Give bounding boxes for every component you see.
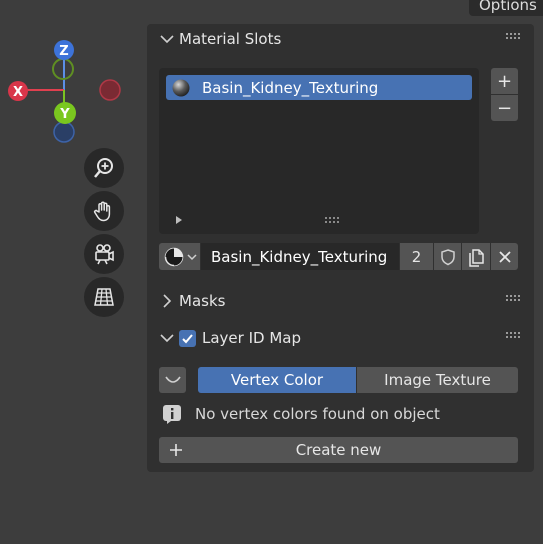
material-name-text: Basin_Kidney_Texturing [211, 247, 388, 266]
zoom-icon [94, 158, 113, 178]
create-new-button[interactable]: Create new [159, 437, 518, 463]
drag-handle-icon[interactable] [506, 332, 520, 340]
x-axis-label: X [13, 85, 23, 100]
info-icon [163, 405, 181, 424]
material-name-field[interactable]: Basin_Kidney_Texturing [201, 243, 399, 270]
hand-pan-icon [93, 201, 111, 222]
material-slots-header[interactable]: Material Slots [159, 30, 281, 48]
y-axis-label: Y [59, 107, 70, 122]
unlink-material-button[interactable] [491, 243, 518, 270]
close-icon [498, 250, 511, 263]
checkmark-icon [182, 333, 193, 343]
layer-id-map-title: Layer ID Map [202, 329, 301, 347]
grid-perspective-icon [94, 288, 114, 306]
chevron-down-icon [187, 253, 197, 260]
camera-view-button[interactable] [84, 234, 124, 274]
info-text: No vertex colors found on object [195, 405, 440, 423]
z-axis-label: Z [59, 44, 68, 59]
fake-user-button[interactable] [434, 243, 461, 270]
chevron-right-icon [163, 294, 172, 308]
material-slots-title: Material Slots [179, 30, 282, 48]
masks-header[interactable]: Masks [159, 292, 225, 310]
pan-button[interactable] [84, 191, 124, 231]
masks-title: Masks [179, 292, 226, 310]
add-slot-button[interactable]: + [491, 68, 518, 94]
vertex-color-option[interactable]: Vertex Color [198, 367, 356, 393]
material-sphere-icon [172, 79, 190, 96]
duplicate-material-button[interactable] [462, 243, 490, 270]
curve-icon [164, 376, 181, 383]
material-slot-label: Basin_Kidney_Texturing [202, 78, 379, 97]
chevron-down-icon [160, 334, 174, 343]
options-button[interactable]: Options [469, 0, 543, 16]
user-count-button[interactable]: 2 [400, 243, 433, 270]
list-item[interactable]: Basin_Kidney_Texturing [166, 75, 472, 100]
duplicate-icon [469, 248, 484, 267]
neg-z-axis-handle[interactable] [53, 121, 75, 143]
info-message: No vertex colors found on object [162, 404, 440, 424]
resize-grip-icon[interactable] [325, 217, 341, 223]
layer-id-map-checkbox[interactable] [179, 329, 196, 347]
user-count: 2 [411, 247, 422, 266]
create-new-label: Create new [295, 441, 382, 459]
browse-material-button[interactable] [159, 243, 200, 270]
shield-icon [440, 248, 455, 265]
remove-slot-button[interactable]: − [491, 95, 518, 121]
neg-x-axis-handle[interactable] [99, 79, 121, 101]
perspective-toggle-button[interactable] [84, 277, 124, 317]
material-browse-icon [164, 247, 184, 266]
image-texture-option[interactable]: Image Texture [357, 367, 518, 393]
expand-arrow-icon[interactable] [175, 216, 183, 224]
navigation-gizmo[interactable]: Z X Y [0, 0, 140, 150]
chevron-down-icon [160, 35, 174, 44]
drag-handle-icon[interactable] [506, 295, 520, 303]
layer-id-map-header[interactable]: Layer ID Map [159, 329, 301, 347]
zoom-button[interactable] [84, 148, 124, 188]
color-attribute-toggle[interactable] [159, 367, 186, 393]
camera-icon [95, 244, 114, 265]
drag-handle-icon[interactable] [506, 33, 520, 41]
